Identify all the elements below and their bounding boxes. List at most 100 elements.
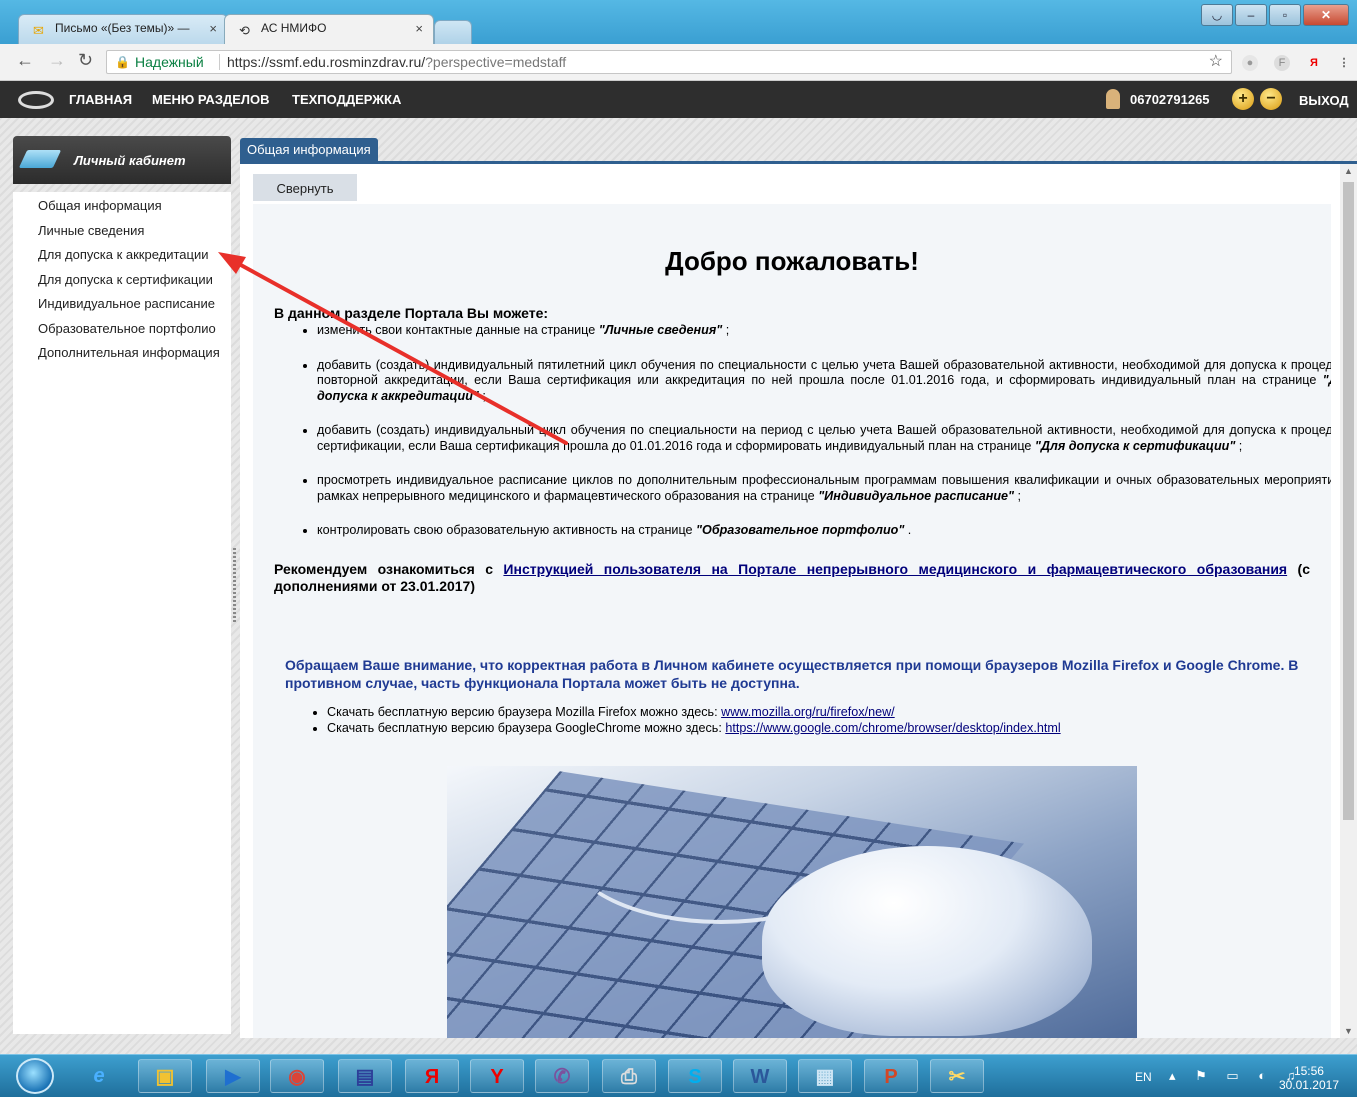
skype-icon[interactable]: S [668,1059,722,1093]
browser-toolbar: ← → ↻ 🔒 Надежный https://ssmf.edu.rosmin… [0,44,1357,81]
snipping-icon[interactable]: ✂ [930,1059,984,1093]
new-tab-button[interactable] [434,20,472,44]
feature-list: изменить свои контактные данные на стран… [273,323,1331,558]
reload-icon[interactable]: ↻ [78,50,93,71]
nav-support[interactable]: ТЕХПОДДЕРЖКА [292,92,401,107]
zoom-out-icon[interactable]: − [1260,88,1282,110]
bullet-text: изменить свои контактные данные на стран… [317,323,599,337]
sidebar-item-schedule[interactable]: Индивидуальное расписание [38,292,231,317]
explorer-icon[interactable]: ▣ [138,1059,192,1093]
sidebar-item-personal-info[interactable]: Личные сведения [38,219,231,244]
sidebar-item-portfolio[interactable]: Образовательное портфолио [38,317,231,342]
keyboard-mouse-image [447,766,1137,1038]
mail-icon: ✉ [33,23,44,38]
list-item: Скачать бесплатную версию браузера Googl… [327,720,1061,736]
bookmark-star-icon[interactable]: ☆ [1209,51,1223,73]
lead-text: В данном разделе Портала Вы можете: [274,305,549,321]
bullet-tail: . [904,523,912,537]
download-text: Скачать бесплатную версию браузера Mozil… [327,705,722,719]
page-reference: "Индивидуальное расписание" [818,488,1015,503]
extension-f-icon[interactable]: F [1274,55,1290,71]
viber-icon[interactable]: ✆ [535,1059,589,1093]
scroll-down-icon[interactable]: ▼ [1344,1026,1353,1036]
bullet-tail: ; [1014,488,1022,503]
clock[interactable]: 15:56 30.01.2017 [1279,1064,1339,1092]
site-favicon-icon: ⟲ [239,23,250,38]
address-bar[interactable]: 🔒 Надежный https://ssmf.edu.rosminzdrav.… [106,50,1232,74]
site-header: ГЛАВНАЯ МЕНЮ РАЗДЕЛОВ ТЕХПОДДЕРЖКА 06702… [0,81,1357,118]
recommendation-text: Рекомендуем ознакомиться с Инструкцией п… [274,561,1310,595]
user-icon [1106,89,1120,109]
sidebar: Общая информация Личные сведения Для доп… [13,192,231,1034]
nav-main[interactable]: ГЛАВНАЯ [69,92,132,107]
ie-icon[interactable]: e [72,1059,126,1093]
chrome-download-link[interactable]: https://www.google.com/chrome/browser/de… [725,721,1060,735]
download-list: Скачать бесплатную версию браузера Mozil… [283,704,1061,736]
yandex-browser-icon[interactable]: Y [470,1059,524,1093]
clock-date: 30.01.2017 [1278,1078,1339,1092]
main-panel: Свернуть Добро пожаловать! В данном разд… [240,161,1357,1038]
divider [219,54,220,70]
bullet-text: добавить (создать) индивидуальный пятиле… [317,357,1331,388]
list-item: Скачать бесплатную версию браузера Mozil… [327,704,1061,720]
logout-link[interactable]: ВЫХОД [1299,93,1349,108]
clock-time: 15:56 [1293,1064,1324,1078]
list-item: контролировать свою образовательную акти… [317,523,1331,539]
extension-icon[interactable]: ● [1242,55,1258,71]
maximize-button[interactable]: ▫ [1269,4,1301,26]
vertical-scrollbar[interactable]: ▲ ▼ [1340,164,1357,1038]
bullet-text: контролировать свою образовательную акти… [317,523,697,537]
system-tray: EN ▴ ⚑ ▭ ◐ ♫ 15:56 30.01.2017 [1107,1055,1357,1097]
zoom-in-icon[interactable]: + [1232,88,1254,110]
sidebar-item-general-info[interactable]: Общая информация [38,194,231,219]
bullet-tail: ; [722,323,730,337]
window-controls: ◡ – ▫ ✕ [1201,4,1349,26]
minimize-button[interactable]: – [1235,4,1267,26]
sidebar-item-accreditation[interactable]: Для допуска к аккредитации [38,243,231,268]
download-text: Скачать бесплатную версию браузера Googl… [327,721,726,735]
chrome-icon[interactable]: ◉ [270,1059,324,1093]
back-icon[interactable]: ← [16,50,34,71]
browser-tab-title: Письмо «(Без темы)» — [55,21,190,35]
start-button[interactable] [16,1058,54,1094]
yandex-icon[interactable]: Я [405,1059,459,1093]
scrollbar-thumb[interactable] [1343,182,1354,820]
save-icon[interactable]: ▤ [338,1059,392,1093]
yandex-extension-icon[interactable]: Я [1306,55,1322,71]
forward-icon[interactable]: → [48,50,66,71]
browser-tab-mail[interactable]: ✉ Письмо «(Без темы)» — × [18,14,228,44]
panel-splitter[interactable] [233,548,236,624]
page-reference: "Для допуска к сертификации" [1034,438,1236,453]
menu-icon[interactable]: ⋮ [1336,55,1352,71]
nav-sections-menu[interactable]: МЕНЮ РАЗДЕЛОВ [152,92,270,107]
list-item: изменить свои контактные данные на стран… [317,323,1331,339]
profile-icon[interactable]: ◡ [1201,4,1233,26]
tab-general-info[interactable]: Общая информация [240,138,378,161]
windows-taskbar: e ▣ ▶ ◉ ▤ Я Y ✆ ⎙ S W ▦ P ✂ EN ▴ ⚑ ▭ ◐ ♫… [0,1054,1357,1097]
recommend-prefix: Рекомендуем ознакомиться с [274,561,504,577]
close-tab-icon[interactable]: × [415,21,423,36]
word-icon[interactable]: W [733,1059,787,1093]
browser-tab-bar: ✉ Письмо «(Без темы)» — × ⟲ АС НМИФО × ◡… [0,0,1357,44]
user-guide-link[interactable]: Инструкцией пользователя на Портале непр… [503,561,1287,577]
sidebar-item-certification[interactable]: Для допуска к сертификации [38,268,231,293]
url-text: https://ssmf.edu.rosminzdrav.ru/?perspec… [227,51,566,73]
media-icon[interactable]: ▶ [206,1059,260,1093]
browser-notice: Обращаем Ваше внимание, что корректная р… [285,657,1299,691]
browser-tab-title: АС НМИФО [261,21,327,35]
language-indicator[interactable]: EN [1135,1070,1152,1084]
close-tab-icon[interactable]: × [209,21,217,36]
lock-icon: 🔒 [115,55,130,69]
list-item: добавить (создать) индивидуальный пятиле… [317,358,1331,405]
list-item: просмотреть индивидуальное расписание ци… [317,473,1331,504]
powerpoint-icon[interactable]: P [864,1059,918,1093]
scroll-up-icon[interactable]: ▲ [1344,166,1353,176]
printer-icon[interactable]: ⎙ [602,1059,656,1093]
firefox-download-link[interactable]: www.mozilla.org/ru/firefox/new/ [721,705,895,719]
picture-icon[interactable]: ▦ [798,1059,852,1093]
close-window-button[interactable]: ✕ [1303,4,1349,26]
url-host: https://ssmf.edu.rosminzdrav.ru/ [227,54,426,70]
collapse-button[interactable]: Свернуть [253,174,357,201]
sidebar-item-additional-info[interactable]: Дополнительная информация [38,341,231,366]
browser-tab-nmifo[interactable]: ⟲ АС НМИФО × [224,14,434,44]
